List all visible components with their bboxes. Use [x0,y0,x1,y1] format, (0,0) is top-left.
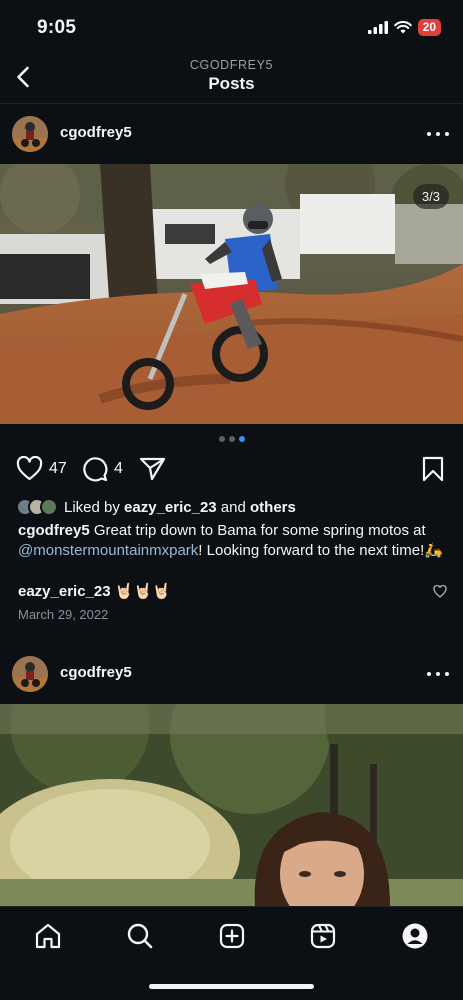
liked-by-user[interactable]: eazy_eric_23 [124,499,217,516]
paper-plane-icon [139,457,166,481]
save-button[interactable] [422,456,444,482]
carousel-indicator [0,436,463,442]
tab-home[interactable] [33,921,63,951]
heart-icon [433,584,447,598]
liked-by-row[interactable]: Liked by eazy_eric_23 and others [16,496,296,518]
header-account-name: CGODFREY5 [189,58,274,72]
post-photo[interactable]: 3/3 [0,164,463,424]
liker-avatar [40,498,58,516]
comment-bubble-icon [83,457,108,482]
post-username[interactable]: cgodfrey5 [60,124,132,141]
status-bar: 9:05 20 [0,0,463,50]
comment-text: 🤘🏻🤘🏻🤘🏻 [110,583,171,600]
header: CGODFREY5 Posts [0,50,463,102]
more-options-button[interactable] [427,664,449,684]
comment-username[interactable]: eazy_eric_23 [18,583,111,600]
liked-by-others[interactable]: others [250,499,296,516]
tab-profile[interactable] [400,921,430,951]
post-photo[interactable] [0,704,463,906]
like-count[interactable]: 47 [49,460,67,478]
avatar[interactable] [12,116,48,152]
bookmark-icon [422,456,444,482]
more-options-button[interactable] [427,124,449,144]
liked-by-text: Liked by eazy_eric_23 and others [64,498,296,516]
status-icons: 20 [367,19,441,36]
signal-icon [367,21,388,34]
comment-row: eazy_eric_23 🤘🏻🤘🏻🤘🏻 [18,582,448,600]
tab-reels[interactable] [308,921,338,951]
post-header: cgodfrey5 [0,104,463,164]
carousel-dot [228,436,235,442]
comment-like-button[interactable] [433,584,447,603]
carousel-dot [218,436,225,442]
home-indicator [149,984,314,989]
post-header: cgodfrey5 [0,644,463,704]
share-button[interactable] [139,456,166,481]
carousel-dot-active [238,436,245,442]
heart-icon [16,456,43,481]
comment-count[interactable]: 4 [114,460,123,478]
battery-indicator: 20 [417,19,441,36]
post-username[interactable]: cgodfrey5 [60,664,132,681]
tab-create[interactable] [217,921,247,951]
caption-username[interactable]: cgodfrey5 [18,522,90,539]
status-time: 9:05 [37,17,77,38]
profile-icon [402,923,428,949]
avatar[interactable] [12,656,48,692]
home-icon [35,923,61,949]
tab-search[interactable] [125,921,155,951]
comment-button[interactable]: 4 [82,456,123,482]
like-button[interactable]: 47 [16,456,67,481]
caption-mention[interactable]: @monstermountainmxpark [18,542,198,559]
photo-counter: 3/3 [412,184,449,209]
search-icon [127,923,153,949]
page-title: Posts [208,74,255,93]
post-actions: 47 4 [0,452,463,488]
wifi-icon [393,21,412,34]
portrait-photo [0,704,463,906]
post-date: March 29, 2022 [18,607,109,622]
motocross-photo [0,164,463,424]
plus-square-icon [219,923,245,949]
post-caption: cgodfrey5 Great trip down to Bama for so… [18,522,443,559]
reels-icon [310,923,336,949]
